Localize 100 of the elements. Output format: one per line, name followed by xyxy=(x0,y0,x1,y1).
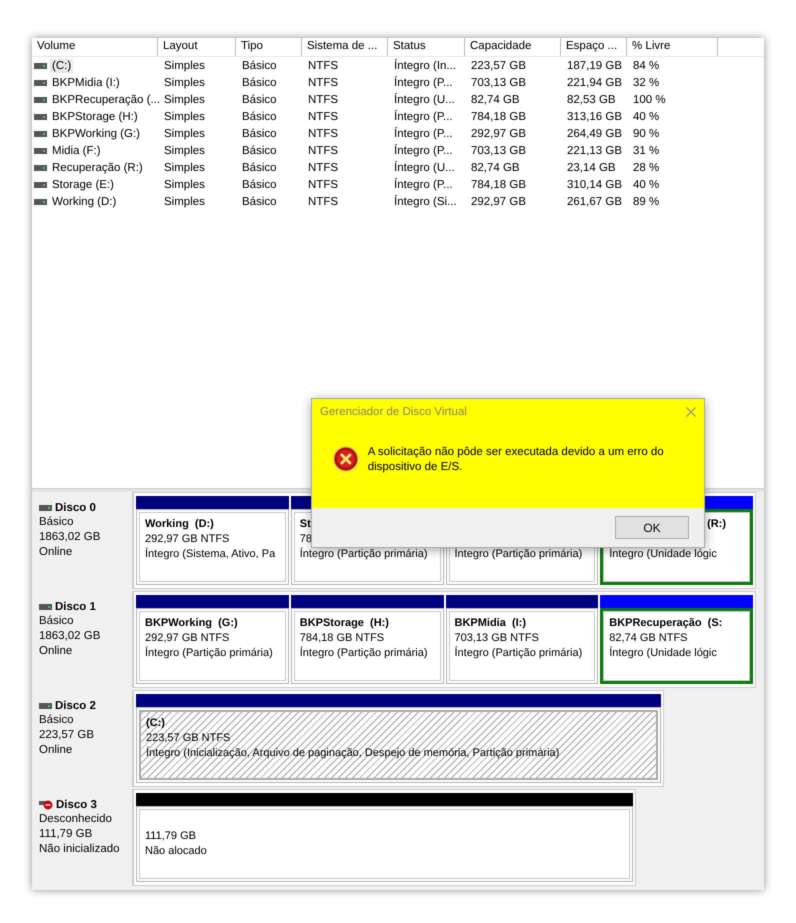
disk-state: Online xyxy=(39,743,74,758)
drive-name[interactable]: Recuperação (R:) xyxy=(50,160,145,174)
drive-icon xyxy=(39,604,52,610)
drive-name[interactable]: (C:) xyxy=(50,58,74,72)
partition-status: Íntegro (Partição primária) xyxy=(145,647,273,659)
table-cell: 82,74 GB xyxy=(471,162,520,174)
disk-state: Online xyxy=(39,644,74,659)
table-cell: Simples xyxy=(164,94,205,106)
drive-icon xyxy=(34,96,47,102)
column-header[interactable]: Capacidade xyxy=(465,38,561,56)
partition-size: 292,97 GB NTFS xyxy=(145,533,230,545)
column-header[interactable]: Status xyxy=(388,38,465,56)
column-header[interactable]: Tipo xyxy=(236,38,302,56)
table-cell: Simples xyxy=(164,110,205,122)
table-cell: NTFS xyxy=(308,128,338,140)
table-cell: Íntegro (U... xyxy=(394,94,455,106)
disk-type: Básico xyxy=(39,614,75,629)
column-header[interactable]: Sistema de ... xyxy=(302,38,388,56)
table-cell: 703,13 GB xyxy=(471,76,526,88)
table-cell: Simples xyxy=(164,162,205,174)
drive-name[interactable]: BKPWorking (G:) xyxy=(50,126,142,140)
partition-name: (R:) xyxy=(707,518,726,530)
disk-name: Disco 1 xyxy=(55,600,96,612)
table-cell: 82,74 GB xyxy=(471,94,520,106)
table-cell: 310,14 GB xyxy=(567,178,622,190)
table-cell: Básico xyxy=(242,76,277,88)
table-cell: 84 % xyxy=(633,60,660,72)
table-cell: 264,49 GB xyxy=(567,128,622,140)
table-cell: NTFS xyxy=(308,144,338,156)
partition-name: BKPMidia (I:) xyxy=(454,617,526,629)
table-cell: 221,13 GB xyxy=(567,144,622,156)
drive-icon xyxy=(34,130,47,136)
partition-size: 292,97 GB NTFS xyxy=(145,632,230,644)
table-cell: NTFS xyxy=(308,94,338,106)
table-cell: 313,16 GB xyxy=(567,110,622,122)
column-header[interactable]: % Livre xyxy=(627,38,718,56)
drive-name[interactable]: Midia (F:) xyxy=(50,144,103,158)
error-message: A solicitação não pôde ser executada devido a um erro do dispositivo de E/S. xyxy=(368,445,665,475)
table-cell: 23,14 GB xyxy=(567,162,616,174)
table-cell: 784,18 GB xyxy=(471,178,526,190)
table-cell: Básico xyxy=(242,162,277,174)
dialog-title: Gerenciador de Disco Virtual xyxy=(320,406,467,418)
column-header[interactable]: Volume xyxy=(32,38,158,56)
partition-status: Íntegro (Partição primária) xyxy=(300,647,428,659)
drive-name[interactable]: Working (D:) xyxy=(50,194,118,208)
table-cell: Íntegro (In... xyxy=(394,60,456,72)
table-cell: 90 % xyxy=(633,128,660,140)
table-cell: Básico xyxy=(242,178,277,190)
drive-icon xyxy=(34,80,47,86)
drive-error-icon xyxy=(39,799,53,810)
table-cell: 221,94 GB xyxy=(567,76,622,88)
table-cell: 187,19 GB xyxy=(567,60,622,72)
drive-name[interactable]: BKPStorage (H:) xyxy=(50,110,140,124)
disk-state: Não inicializado xyxy=(39,842,121,857)
drive-icon xyxy=(34,62,47,68)
partition-size: 78 xyxy=(300,533,312,545)
column-header[interactable]: Layout xyxy=(158,38,236,56)
table-cell: NTFS xyxy=(308,76,338,88)
partition-name: (C:) xyxy=(146,717,165,729)
table-cell: 261,67 GB xyxy=(567,196,622,208)
column-header[interactable]: Espaço ... xyxy=(561,38,627,56)
disk-size: 1863,02 GB xyxy=(39,629,102,644)
disk-name: Disco 0 xyxy=(55,502,96,514)
drive-name[interactable]: Storage (E:) xyxy=(50,178,116,192)
disk-type: Básico xyxy=(39,515,75,530)
drive-name[interactable]: BKPRecuperação (... xyxy=(50,92,162,106)
partition-status: Íntegro (Unidade lógic xyxy=(609,548,717,560)
table-cell: 100 % xyxy=(633,94,666,106)
table-cell: Básico xyxy=(242,94,277,106)
table-cell: 223,57 GB xyxy=(471,60,526,72)
table-cell: Íntegro (Si... xyxy=(394,196,457,208)
drive-icon xyxy=(34,198,47,204)
disk-type: Desconhecido xyxy=(39,812,113,827)
table-cell: Simples xyxy=(164,128,205,140)
table-cell: Íntegro (P... xyxy=(394,178,453,190)
table-cell: Simples xyxy=(164,144,205,156)
table-cell: NTFS xyxy=(308,110,338,122)
partition-size: 784,18 GB NTFS xyxy=(300,632,384,644)
partition-size: 223,57 GB NTFS xyxy=(146,732,230,744)
ok-button[interactable]: OK xyxy=(615,516,689,539)
partition-status: Íntegro (Unidade lógic xyxy=(609,647,717,659)
partition-name: BKPRecuperação (S: xyxy=(609,617,722,629)
drive-icon xyxy=(34,164,47,170)
disk-type: Básico xyxy=(39,713,75,728)
table-cell: NTFS xyxy=(308,196,338,208)
table-cell: 31 % xyxy=(633,144,660,156)
drive-name[interactable]: BKPMidia (I:) xyxy=(50,76,122,90)
close-icon[interactable] xyxy=(686,407,696,417)
disk-name: Disco 3 xyxy=(56,798,97,810)
drive-icon xyxy=(34,148,47,154)
partition-size: 82,74 GB NTFS xyxy=(609,632,688,644)
partition-size: 111,79 GB xyxy=(145,830,196,842)
table-cell: 40 % xyxy=(633,178,660,190)
table-cell: 784,18 GB xyxy=(471,110,526,122)
partition-status: Não alocado xyxy=(145,845,207,857)
drive-icon xyxy=(39,702,52,708)
disk-size: 111,79 GB xyxy=(39,827,94,842)
partition-name: St xyxy=(300,518,311,530)
table-cell: Básico xyxy=(242,144,277,156)
partition-size: 703,13 GB NTFS xyxy=(454,632,539,644)
